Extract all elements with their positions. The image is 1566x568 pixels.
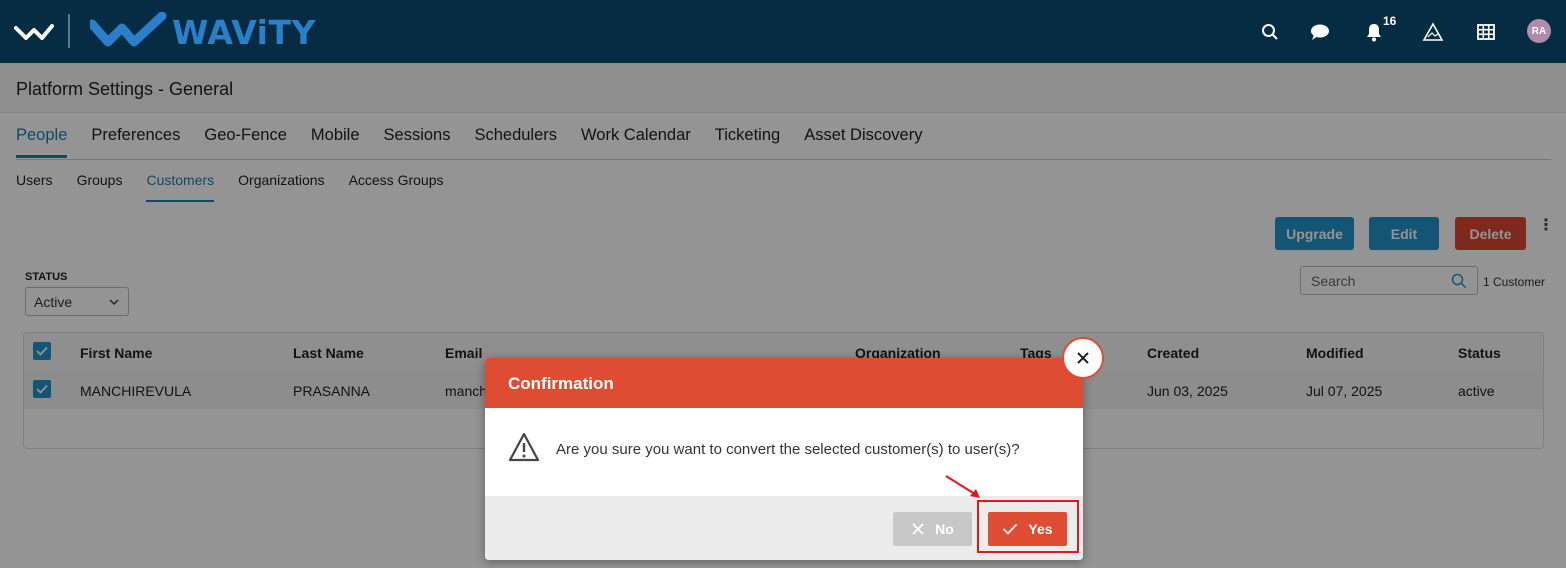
alert-triangle-icon[interactable]	[1421, 20, 1445, 44]
app-logo-icon[interactable]	[14, 20, 54, 44]
notification-count: 16	[1383, 14, 1397, 28]
brand-check-icon	[90, 12, 167, 47]
dialog-body: Are you sure you want to convert the sel…	[485, 408, 1083, 496]
no-button-label: No	[935, 521, 954, 537]
user-avatar[interactable]: RA	[1527, 19, 1551, 43]
grid-icon[interactable]	[1474, 20, 1498, 44]
brand-logo: WAViTY	[90, 12, 316, 52]
brand-name: WAViTY	[172, 12, 316, 52]
close-icon	[1077, 352, 1089, 364]
chat-icon[interactable]	[1308, 20, 1332, 44]
dialog-title: Confirmation	[508, 374, 614, 393]
dialog-close-button[interactable]	[1062, 337, 1104, 379]
dialog-message: Are you sure you want to convert the sel…	[556, 441, 1020, 458]
logo-divider	[68, 14, 70, 48]
dialog-header: Confirmation	[485, 358, 1083, 408]
search-icon[interactable]	[1258, 20, 1282, 44]
close-icon	[912, 523, 924, 535]
warning-icon	[508, 432, 540, 462]
top-navigation-bar: WAViTY 16 RA	[0, 0, 1566, 63]
annotation-highlight-box	[977, 500, 1079, 553]
no-button[interactable]: No	[893, 512, 972, 546]
